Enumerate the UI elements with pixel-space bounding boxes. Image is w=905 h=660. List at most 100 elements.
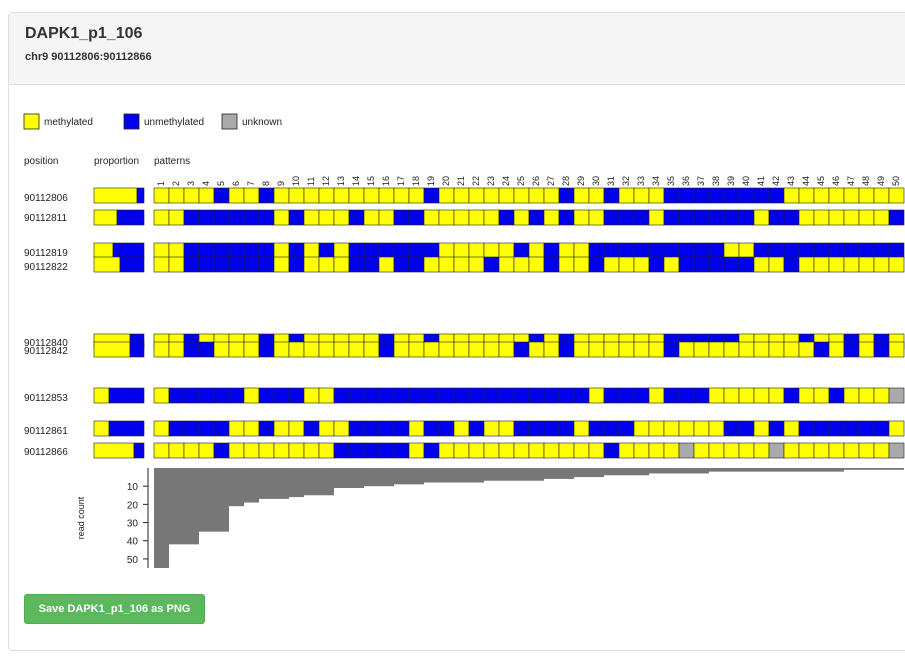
pattern-cell [153,442,170,459]
pattern-cell [513,209,530,226]
pattern-cell [243,242,260,259]
pattern-number: 48 [861,176,871,186]
pattern-number: 21 [456,176,466,186]
pattern-number: 34 [651,176,661,186]
pattern-cell [543,187,560,204]
pattern-cell [273,420,290,437]
pattern-cell [678,242,695,259]
pattern-cell [678,442,695,459]
pattern-cell [648,341,665,358]
proportion-unmethylated [108,387,145,404]
pattern-cell [498,387,515,404]
pattern-cell [378,341,395,358]
pattern-number: 32 [621,176,631,186]
pattern-cell [468,420,485,437]
pattern-cell [393,187,410,204]
read-count-bar [304,468,319,496]
pattern-cell [408,187,425,204]
pattern-cell [258,209,275,226]
pattern-cell [528,341,545,358]
pattern-cell [858,387,875,404]
save-png-button[interactable]: Save DAPK1_p1_106 as PNG [24,594,205,624]
pattern-cell [228,341,245,358]
pattern-cell [288,341,305,358]
pattern-cell [258,242,275,259]
pattern-cell [513,242,530,259]
pattern-number: 40 [741,176,751,186]
pattern-cell [333,242,350,259]
pattern-number: 14 [351,176,361,186]
pattern-cell [603,209,620,226]
pattern-cell [168,341,185,358]
pattern-cell [798,442,815,459]
position-label: 90112806 [24,193,68,204]
pattern-number: 35 [666,176,676,186]
read-count-bar [349,468,364,488]
pattern-cell [513,387,530,404]
pattern-cell [858,442,875,459]
pattern-number: 8 [261,181,271,186]
pattern-cell [798,256,815,273]
pattern-cell [588,387,605,404]
pattern-cell [543,387,560,404]
pattern-cell [183,187,200,204]
pattern-cell [333,187,350,204]
legend-swatch-methylated [23,113,40,130]
pattern-cell [438,341,455,358]
pattern-cell [378,256,395,273]
pattern-cell [423,442,440,459]
pattern-cell [228,387,245,404]
pattern-cell [708,256,725,273]
pattern-number: 46 [831,176,841,186]
pattern-cell [573,387,590,404]
pattern-cell [678,420,695,437]
pattern-cell [693,256,710,273]
pattern-cell [618,242,635,259]
read-count-tick-label: 30 [127,519,139,530]
pattern-cell [243,341,260,358]
pattern-number: 37 [696,176,706,186]
pattern-cell [213,420,230,437]
position-header: position [24,156,58,167]
pattern-cell [378,420,395,437]
pattern-cell [228,187,245,204]
read-count-bar [784,468,799,472]
pattern-cell [513,442,530,459]
pattern-cell [438,242,455,259]
pattern-cell [393,242,410,259]
pattern-cell [558,256,575,273]
pattern-cell [288,187,305,204]
pattern-cell [528,187,545,204]
pattern-cell [558,242,575,259]
pattern-cell [723,187,740,204]
pattern-cell [693,387,710,404]
pattern-cell [273,209,290,226]
pattern-cell [363,256,380,273]
pattern-cell [573,420,590,437]
read-count-bar [619,468,634,476]
pattern-cell [873,242,890,259]
pattern-cell [603,420,620,437]
pattern-cell [888,256,905,273]
pattern-cell [813,442,830,459]
position-label: 90112866 [24,447,68,458]
pattern-cell [483,256,500,273]
read-count-bar [529,468,544,481]
pattern-cell [678,209,695,226]
pattern-cell [453,420,470,437]
pattern-cell [888,209,905,226]
pattern-cell [528,387,545,404]
pattern-number: 28 [561,176,571,186]
pattern-cell [318,209,335,226]
pattern-cell [588,209,605,226]
pattern-cell [318,256,335,273]
pattern-cell [708,341,725,358]
pattern-cell [318,442,335,459]
pattern-cell [333,387,350,404]
read-count-bar [514,468,529,481]
legend-swatch-unknown [221,113,238,130]
pattern-cell [813,187,830,204]
pattern-cell [858,242,875,259]
pattern-cell [168,187,185,204]
pattern-cell [153,242,170,259]
